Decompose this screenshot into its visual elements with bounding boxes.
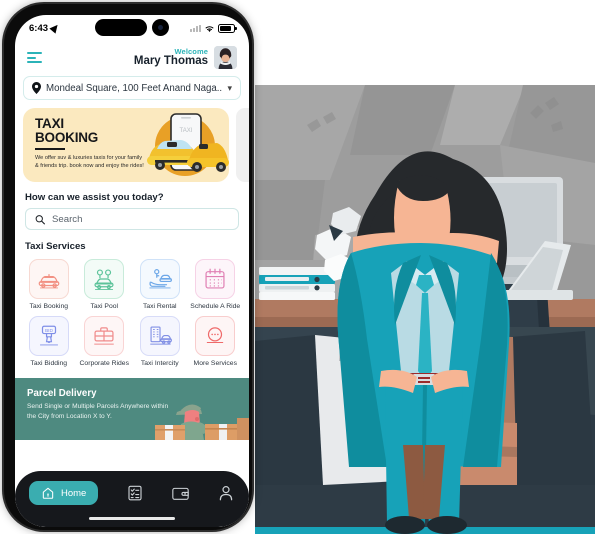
taxi-phone-illustration: TAXI (147, 113, 229, 176)
promo-carousel[interactable]: TAXI BOOKING We offer suv & luxuries tax… (15, 108, 249, 182)
nav-item-profile[interactable] (217, 484, 235, 502)
assist-heading: How can we assist you today? (25, 192, 164, 203)
location-address: Mondeal Square, 100 Feet Anand Naga... (46, 82, 223, 94)
promo-title-line2: BOOKING (35, 129, 99, 145)
status-bar-right (190, 23, 237, 33)
search-bar[interactable] (25, 208, 239, 230)
hamburger-menu-icon[interactable] (27, 50, 42, 65)
promo-card-next-preview[interactable] (236, 108, 249, 182)
service-corporate-rides[interactable]: Corporate Rides (77, 316, 133, 368)
front-camera-icon (152, 19, 169, 36)
service-taxi-bidding[interactable]: BID Taxi Bidding (21, 316, 77, 368)
status-bar: 6:43 (15, 15, 249, 41)
service-taxi-intercity[interactable]: Taxi Intercity (132, 316, 188, 368)
car-key-hand-icon (139, 259, 180, 299)
service-label: Schedule A Ride (190, 303, 241, 310)
promo-divider (35, 147, 65, 150)
services-grid: Taxi Booking Taxi Pool Taxi Rental Sched… (21, 259, 243, 369)
status-bar-left: 6:43 (29, 22, 61, 34)
orders-list-icon (128, 485, 142, 501)
dynamic-island (95, 19, 169, 36)
user-name: Mary Thomas (133, 55, 208, 68)
status-time: 6:43 (29, 22, 49, 34)
svg-text:TAXI: TAXI (180, 128, 193, 134)
wifi-icon (205, 25, 214, 32)
nav-item-wallet[interactable] (171, 485, 190, 502)
home-scroll-content: TAXI BOOKING We offer suv & luxuries tax… (15, 108, 249, 440)
chevron-down-icon[interactable]: ▾ (227, 83, 232, 93)
phone-frame: 6:43 Welcome Mary Thomas Mondeal Square,… (4, 4, 252, 530)
service-label: More Services (193, 360, 237, 368)
svg-text:BID: BID (45, 328, 54, 334)
briefcase-icon (84, 316, 125, 357)
service-label: Taxi Pool (90, 303, 119, 310)
bid-tag-icon: BID (28, 316, 69, 357)
service-taxi-pool[interactable]: Taxi Pool (77, 259, 133, 311)
promo-title-line1: TAXI (35, 116, 64, 131)
phone-mockup: 6:43 Welcome Mary Thomas Mondeal Square,… (0, 0, 260, 534)
search-icon (35, 214, 45, 224)
dynamic-island-pill (95, 19, 147, 36)
cellular-signal-icon (190, 24, 201, 32)
nav-label-home: Home (61, 487, 87, 499)
promo-description: We offer suv & luxuries taxis for your f… (35, 154, 144, 169)
service-taxi-rental[interactable]: Taxi Rental (132, 259, 188, 311)
promo-card-taxi-booking[interactable]: TAXI BOOKING We offer suv & luxuries tax… (23, 108, 229, 182)
app-header: Welcome Mary Thomas (15, 41, 249, 73)
home-icon (42, 487, 54, 499)
nav-item-home[interactable]: Home (29, 481, 99, 505)
stressed-businessman-office-illustration (255, 85, 595, 534)
nav-item-orders[interactable] (126, 484, 144, 502)
phone-screen: 6:43 Welcome Mary Thomas Mondeal Square,… (15, 15, 249, 527)
taxi-car-icon (28, 259, 69, 299)
location-arrow-icon (49, 22, 61, 34)
more-dots-circle-icon (195, 316, 236, 357)
service-label: Taxi Rental (142, 303, 177, 310)
service-label: Taxi Intercity (140, 360, 179, 368)
city-building-car-icon (139, 316, 180, 357)
avatar[interactable] (214, 46, 237, 69)
home-indicator (89, 516, 175, 520)
services-section-title: Taxi Services (25, 241, 86, 252)
bottom-navigation: Home (15, 471, 249, 527)
battery-icon (218, 23, 237, 33)
profile-person-icon (219, 486, 233, 501)
carpool-icon (84, 259, 125, 299)
service-schedule-a-ride[interactable]: Schedule A Ride (188, 259, 244, 311)
map-pin-icon (32, 82, 41, 94)
wallet-icon (172, 487, 189, 500)
delivery-person-boxes-illustration (155, 404, 249, 440)
service-label: Corporate Rides (79, 360, 130, 368)
calendar-icon (195, 259, 236, 299)
welcome-label: Welcome (174, 46, 208, 56)
location-selector[interactable]: Mondeal Square, 100 Feet Anand Naga... ▾ (23, 76, 241, 100)
service-taxi-booking[interactable]: Taxi Booking (21, 259, 77, 311)
parcel-delivery-banner[interactable]: Parcel Delivery Send Single or Multiple … (15, 377, 249, 440)
header-user-block[interactable]: Welcome Mary Thomas (134, 46, 237, 69)
service-more-services[interactable]: More Services (188, 316, 244, 368)
service-label: Taxi Booking (29, 303, 69, 310)
search-input[interactable] (52, 213, 229, 225)
service-label: Taxi Bidding (30, 360, 68, 368)
